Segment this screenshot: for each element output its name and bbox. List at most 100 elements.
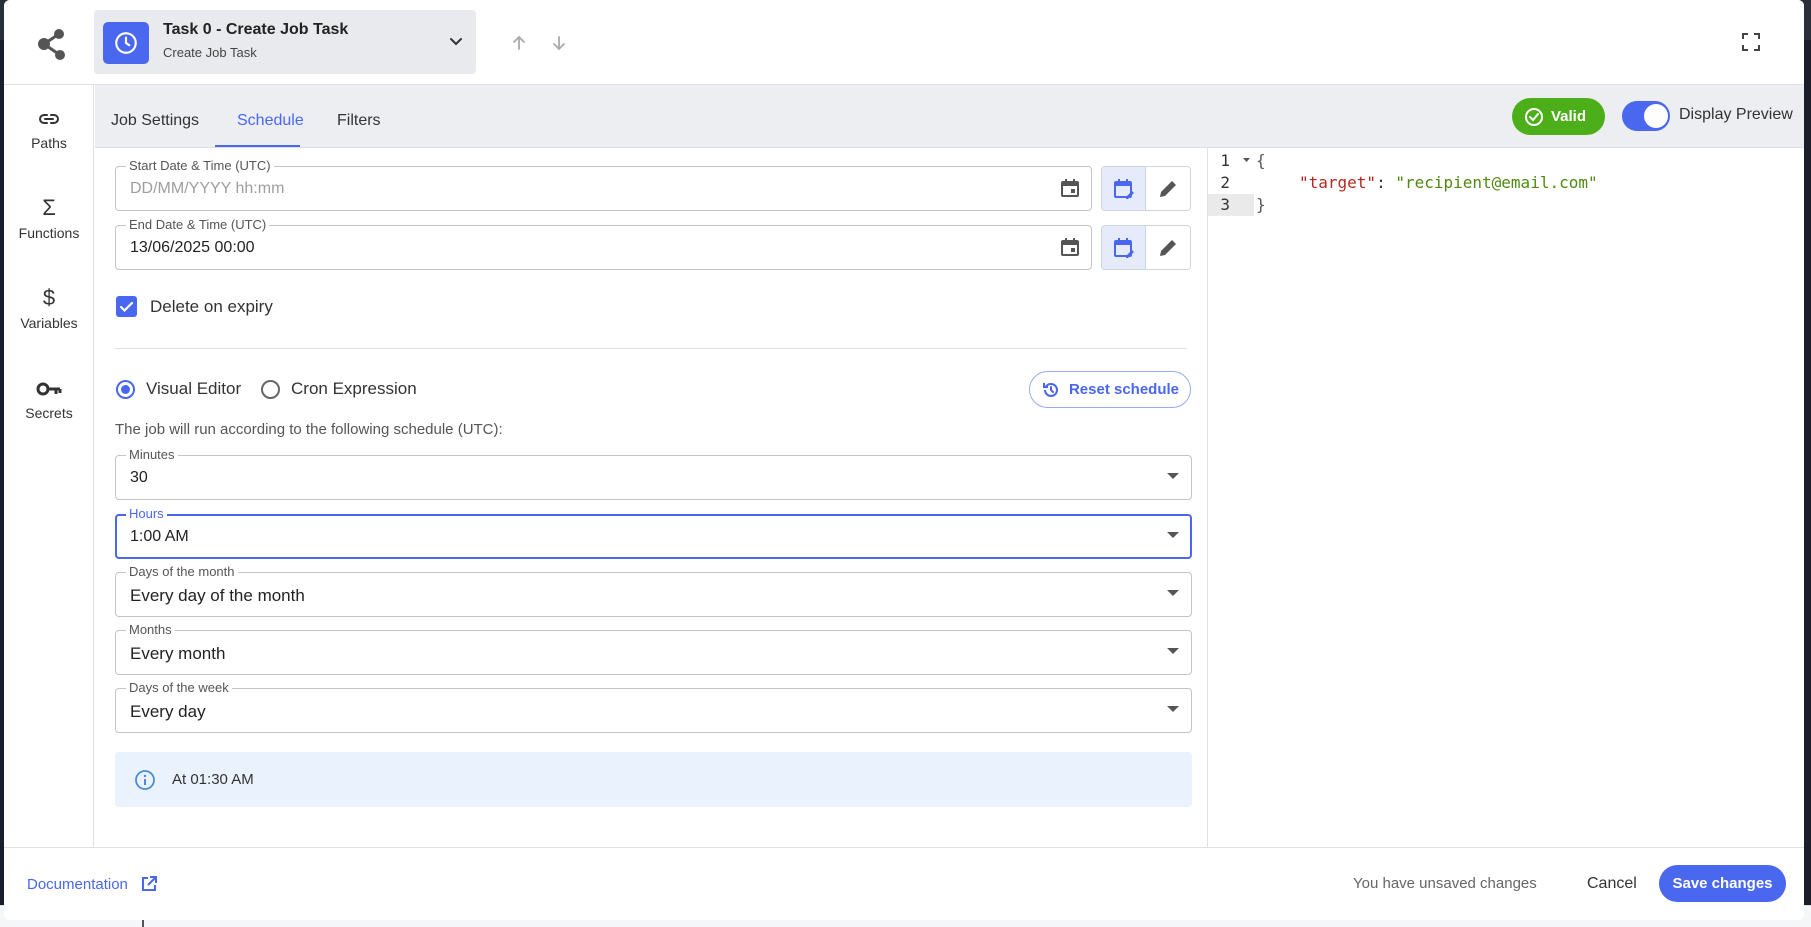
minutes-select[interactable]: Minutes 30 [115, 447, 1192, 500]
start-date-field[interactable]: Start Date & Time (UTC) DD/MM/YYYY hh:mm [115, 158, 1092, 211]
caret-down-icon [1167, 648, 1179, 654]
end-date-field[interactable]: End Date & Time (UTC) 13/06/2025 00:00 [115, 217, 1092, 270]
display-preview-label: Display Preview [1679, 106, 1793, 123]
cancel-button[interactable]: Cancel [1587, 875, 1637, 893]
fullscreen-icon[interactable] [1741, 32, 1761, 52]
info-icon [135, 770, 155, 790]
move-down-button[interactable] [547, 30, 571, 56]
history-icon [1042, 382, 1058, 397]
arrow-down-icon [553, 36, 565, 51]
hours-select[interactable]: Hours 1:00 AM [115, 506, 1192, 559]
days-of-month-select[interactable]: Days of the month Every day of the month [115, 564, 1192, 617]
delete-on-expiry-label[interactable]: Delete on expiry [150, 297, 273, 317]
tab-job-settings[interactable]: Job Settings [111, 112, 199, 130]
tab-bar: Job Settings Schedule Filters Valid Disp… [95, 85, 1804, 148]
cron-expression-label[interactable]: Cron Expression [291, 379, 417, 399]
json-line: "target": "recipient@email.com" [1299, 173, 1598, 192]
save-changes-button[interactable]: Save changes [1659, 865, 1786, 902]
section-divider [115, 348, 1187, 349]
job-task-modal: Task 0 - Create Job Task Create Job Task… [4, 0, 1804, 920]
json-key: "target" [1299, 173, 1377, 192]
task-subtitle: Create Job Task [163, 45, 257, 60]
hours-label: Hours [126, 506, 167, 522]
visual-editor-radio[interactable] [116, 380, 135, 399]
days-of-week-label: Days of the week [126, 680, 232, 696]
schedule-summary-text: At 01:30 AM [172, 771, 254, 788]
sidebar-item-label: Paths [31, 135, 67, 151]
documentation-link[interactable]: Documentation [27, 875, 158, 893]
app-logo-icon [38, 29, 65, 60]
display-preview-toggle[interactable] [1622, 101, 1670, 131]
schedule-summary: At 01:30 AM [115, 752, 1192, 807]
sidebar-item-label: Secrets [25, 405, 73, 421]
move-up-button[interactable] [507, 30, 531, 56]
pencil-button[interactable] [1146, 226, 1190, 269]
days-of-week-select[interactable]: Days of the week Every day [115, 680, 1192, 733]
modal-footer: Documentation You have unsaved changes C… [4, 847, 1804, 920]
link-icon [4, 105, 94, 131]
sidebar-item-secrets[interactable]: Secrets [4, 375, 94, 445]
delete-on-expiry-checkbox[interactable] [116, 296, 137, 317]
pencil-button[interactable] [1146, 167, 1190, 210]
cron-expression-radio[interactable] [261, 380, 280, 399]
task-title: Task 0 - Create Job Task [163, 21, 349, 38]
sidebar-item-variables[interactable]: $ Variables [4, 285, 94, 355]
json-value: "recipient@email.com" [1395, 173, 1598, 192]
visual-editor-label[interactable]: Visual Editor [146, 379, 241, 399]
days-of-week-value: Every day [130, 702, 206, 721]
toggle-knob [1644, 104, 1668, 128]
pencil-icon [1160, 239, 1176, 256]
check-circle-icon [1525, 107, 1543, 126]
fold-caret-icon[interactable] [1242, 156, 1251, 165]
months-select[interactable]: Months Every month [115, 622, 1192, 675]
arrow-up-icon [513, 35, 525, 50]
minutes-value: 30 [130, 469, 148, 486]
active-tab-indicator [215, 145, 300, 147]
modal-header: Task 0 - Create Job Task Create Job Task [4, 0, 1804, 85]
calendar-edit-button[interactable] [1102, 167, 1147, 210]
minutes-label: Minutes [126, 447, 178, 463]
sidebar-item-functions[interactable]: Σ Functions [4, 195, 94, 265]
schedule-description: The job will run according to the follow… [115, 421, 503, 438]
months-label: Months [126, 622, 175, 638]
days-of-month-value: Every day of the month [130, 586, 305, 605]
external-link-icon [141, 876, 157, 891]
sidebar-item-paths[interactable]: Paths [4, 105, 94, 175]
caret-down-icon [1167, 706, 1179, 712]
calendar-icon[interactable] [1059, 236, 1081, 258]
sigma-icon: Σ [42, 195, 56, 220]
checkmark-icon [119, 301, 134, 313]
reset-schedule-button[interactable]: Reset schedule [1029, 371, 1191, 408]
unsaved-changes-text: You have unsaved changes [1353, 875, 1537, 892]
key-icon [4, 375, 94, 401]
start-date-placeholder: DD/MM/YYYY hh:mm [130, 180, 285, 197]
start-date-actions [1101, 166, 1191, 211]
calendar-edit-icon [1113, 237, 1134, 258]
start-date-label: Start Date & Time (UTC) [126, 158, 274, 174]
valid-label: Valid [1551, 108, 1587, 125]
calendar-edit-button[interactable] [1102, 226, 1147, 269]
line-number: 3 [1208, 194, 1254, 216]
json-close-brace: } [1256, 195, 1266, 214]
json-preview-editor[interactable]: 1 2 3 { "target": "recipient@email.com" … [1207, 148, 1804, 847]
caret-down-icon [1167, 473, 1179, 479]
task-selector[interactable]: Task 0 - Create Job Task Create Job Task [94, 10, 476, 74]
tools-sidebar: Paths Σ Functions $ Variables Secrets [4, 85, 94, 847]
reset-schedule-label: Reset schedule [1068, 381, 1180, 398]
days-of-month-label: Days of the month [126, 564, 238, 580]
documentation-label: Documentation [27, 875, 128, 893]
end-date-actions [1101, 225, 1191, 270]
valid-status-badge: Valid [1512, 98, 1605, 135]
tab-filters[interactable]: Filters [337, 112, 381, 130]
dollar-icon: $ [42, 285, 56, 310]
chevron-down-icon[interactable] [446, 32, 466, 52]
clock-icon [103, 22, 149, 64]
tab-schedule[interactable]: Schedule [237, 112, 304, 130]
caret-down-icon [1167, 532, 1179, 538]
calendar-icon[interactable] [1059, 177, 1081, 199]
sidebar-item-label: Variables [20, 315, 78, 331]
sidebar-item-label: Functions [18, 225, 80, 241]
pencil-icon [1160, 180, 1176, 197]
caret-down-icon [1167, 590, 1179, 596]
end-date-value: 13/06/2025 00:00 [130, 239, 255, 256]
